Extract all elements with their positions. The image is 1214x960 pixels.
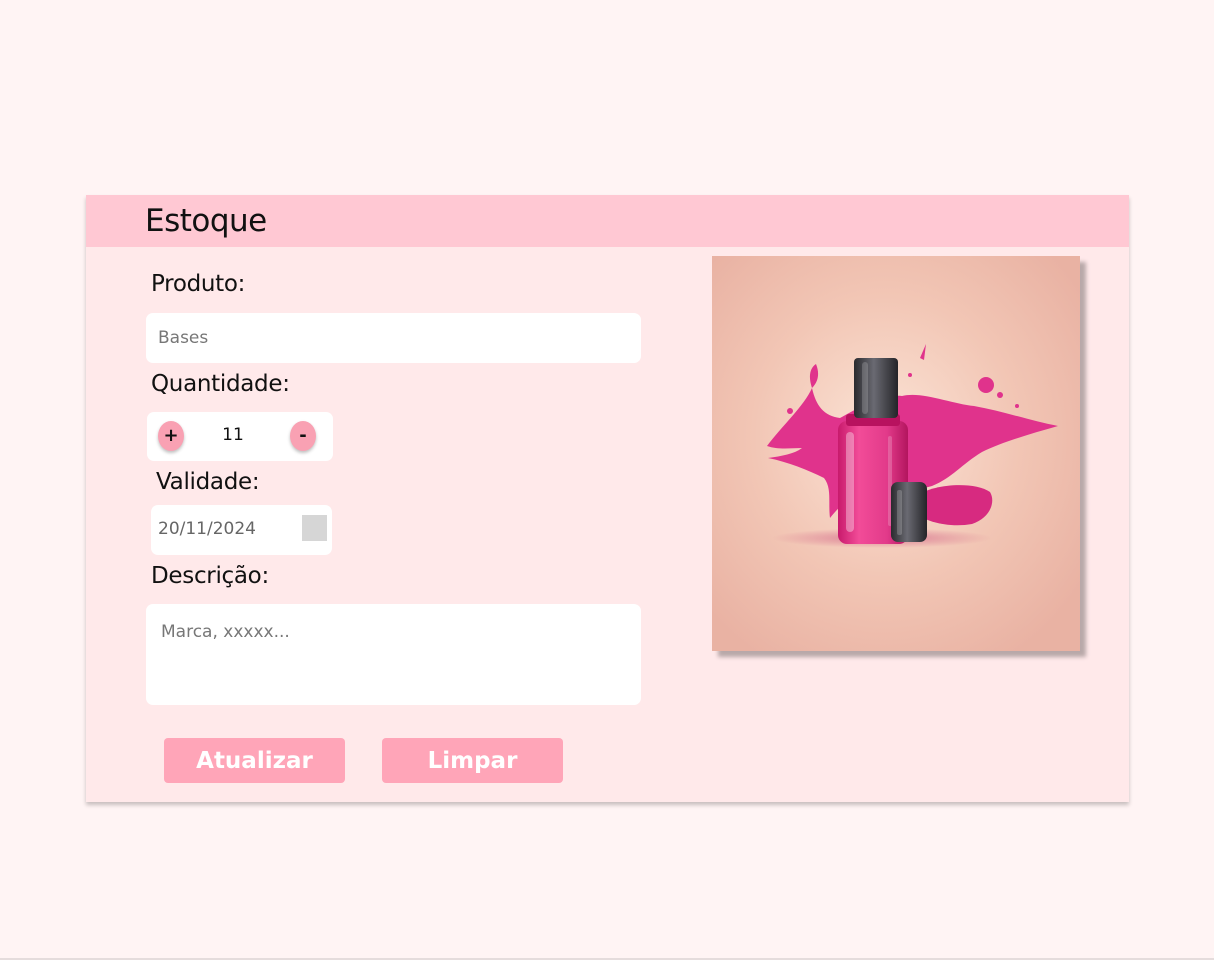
calendar-icon[interactable] xyxy=(302,515,327,541)
expiry-date-input[interactable]: 20/11/2024 xyxy=(151,505,332,555)
product-input[interactable]: Bases xyxy=(146,313,641,363)
expiry-label: Validade: xyxy=(156,469,260,495)
page-title: Estoque xyxy=(145,203,267,239)
description-placeholder: Marca, xxxxx... xyxy=(161,622,290,642)
increment-button[interactable]: + xyxy=(158,421,184,451)
expiry-date-value: 20/11/2024 xyxy=(158,519,256,539)
decrement-button[interactable]: - xyxy=(290,421,316,451)
quantity-stepper: + 11 - xyxy=(147,412,333,461)
product-image xyxy=(712,256,1080,651)
product-input-value: Bases xyxy=(158,328,209,348)
description-textarea[interactable]: Marca, xxxxx... xyxy=(146,604,641,705)
product-label: Produto: xyxy=(151,271,246,297)
quantity-label: Quantidade: xyxy=(151,371,290,397)
update-button[interactable]: Atualizar xyxy=(164,738,345,783)
quantity-value[interactable]: 11 xyxy=(211,425,255,445)
description-label: Descrição: xyxy=(151,563,269,589)
clear-button[interactable]: Limpar xyxy=(382,738,563,783)
card-header: Estoque xyxy=(86,195,1129,247)
stock-card: Estoque Produto: Bases Quantidade: + 11 … xyxy=(86,195,1129,802)
nail-polish-illustration xyxy=(712,256,1080,651)
